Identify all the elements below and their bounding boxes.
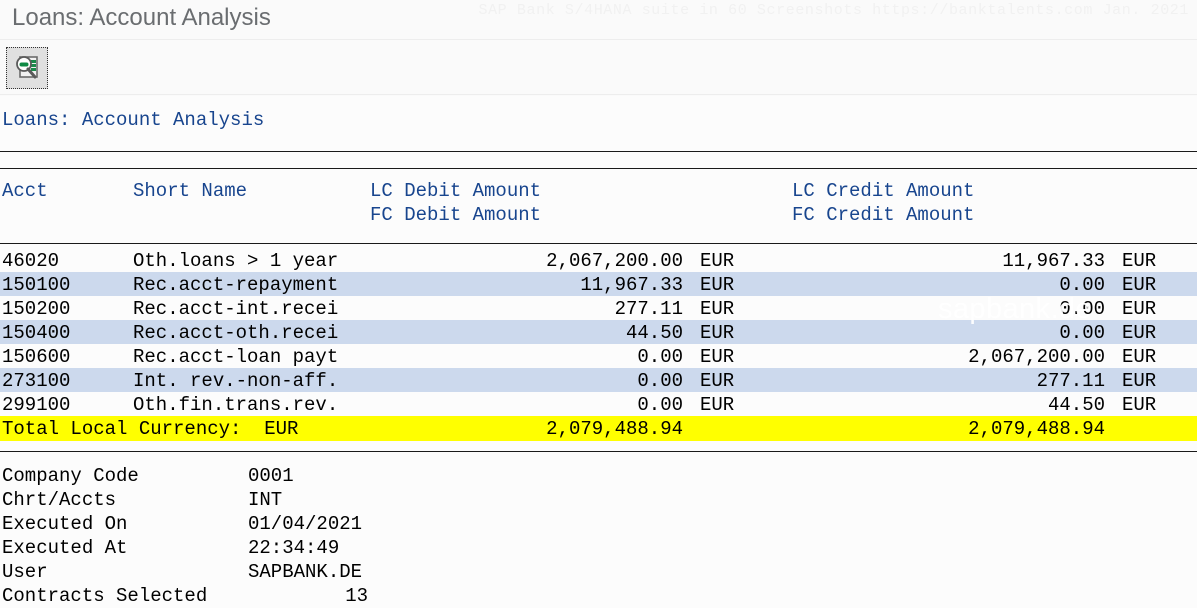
column-header-lc-debit: LC Debit Amount — [370, 180, 542, 202]
cell-lc-debit-amount: 44.50 — [625, 322, 683, 344]
column-header-fc-debit: FC Debit Amount — [370, 204, 542, 226]
cell-lc-debit-amount: 11,967.33 — [580, 274, 683, 296]
rule-header-bottom — [0, 243, 1197, 244]
cell-lc-credit-amount: 44.50 — [1047, 394, 1105, 416]
cell-short-name: Rec.acct-int.recei — [133, 298, 339, 320]
footer-info-row: Executed On 01/04/2021 — [0, 512, 1197, 536]
cell-debit-currency: EUR — [700, 274, 735, 296]
cell-short-name: Oth.loans > 1 year — [133, 250, 339, 272]
cell-lc-credit-amount: 0.00 — [1059, 322, 1105, 344]
footer-info-row: Chrt/Accts INT — [0, 488, 1197, 512]
rule-top — [0, 151, 1197, 152]
footer-info-row: Contracts Selected 13 — [0, 584, 1197, 608]
footer-value: SAPBANK.DE — [248, 561, 363, 583]
column-header-fc-credit: FC Credit Amount — [792, 204, 975, 226]
cell-short-name: Rec.acct-oth.recei — [133, 322, 339, 344]
cell-short-name: Rec.acct-repayment — [133, 274, 339, 296]
cell-short-name: Oth.fin.trans.rev. — [133, 394, 339, 416]
cell-credit-currency: EUR — [1122, 250, 1157, 272]
total-label: Total Local Currency: EUR — [2, 418, 299, 440]
table-row[interactable]: 150400 Rec.acct-oth.recei 44.50 EUR 0.00 EUR — [0, 320, 1197, 344]
report-table-body: 46020 Oth.loans > 1 year 2,067,200.00 EUR 11… — [0, 248, 1197, 441]
toolbar — [0, 41, 1197, 95]
rule-header-top — [0, 168, 1197, 169]
magnifier-list-icon — [12, 53, 42, 83]
cell-credit-currency: EUR — [1122, 298, 1157, 320]
cell-debit-currency: EUR — [700, 322, 735, 344]
total-debit-amount: 2,079,488.94 — [546, 418, 683, 440]
cell-short-name: Rec.acct-loan payt — [133, 346, 339, 368]
footer-value: INT — [248, 489, 283, 511]
cell-lc-credit-amount: 0.00 — [1059, 274, 1105, 296]
footer-label: Executed At — [2, 537, 128, 559]
cell-debit-currency: EUR — [700, 394, 735, 416]
cell-lc-debit-amount: 0.00 — [637, 346, 683, 368]
table-row[interactable]: 150100 Rec.acct-repayment 11,967.33 EUR 0.00… — [0, 272, 1197, 296]
cell-credit-currency: EUR — [1122, 394, 1157, 416]
table-row[interactable]: 150200 Rec.acct-int.recei 277.11 EUR 0.00 EUR — [0, 296, 1197, 320]
cell-acct: 299100 — [2, 394, 71, 416]
table-row[interactable]: 150600 Rec.acct-loan payt 0.00 EUR 2,067,200… — [0, 344, 1197, 368]
footer-info-row: Company Code 0001 — [0, 464, 1197, 488]
cell-debit-currency: EUR — [700, 250, 735, 272]
column-header-lc-credit: LC Credit Amount — [792, 180, 975, 202]
cell-acct: 46020 — [2, 250, 60, 272]
cell-acct: 150100 — [2, 274, 71, 296]
cell-debit-currency: EUR — [700, 370, 735, 392]
footer-value: 22:34:49 — [248, 537, 340, 559]
cell-lc-credit-amount: 11,967.33 — [1002, 250, 1105, 272]
footer-value: 13 — [345, 585, 368, 607]
column-header-acct: Acct — [2, 180, 48, 202]
cell-lc-credit-amount: 0.00 — [1059, 298, 1105, 320]
table-row[interactable]: 273100 Int. rev.-non-aff. 0.00 EUR 277.11 EUR — [0, 368, 1197, 392]
cell-credit-currency: EUR — [1122, 274, 1157, 296]
column-header-short-name: Short Name — [133, 180, 248, 202]
cell-acct: 150400 — [2, 322, 71, 344]
cell-lc-debit-amount: 0.00 — [637, 370, 683, 392]
page-title: Loans: Account Analysis — [12, 4, 271, 31]
cell-lc-credit-amount: 2,067,200.00 — [968, 346, 1105, 368]
footer-value: 01/04/2021 — [248, 513, 363, 535]
cell-lc-debit-amount: 0.00 — [637, 394, 683, 416]
footer-label: User — [2, 561, 48, 583]
report-title: Loans: Account Analysis — [2, 109, 265, 131]
report-footer-info: Company Code 0001 Chrt/Accts INT Executed On… — [0, 464, 1197, 608]
cell-acct: 150200 — [2, 298, 71, 320]
display-detail-button[interactable] — [6, 47, 48, 89]
cell-acct: 273100 — [2, 370, 71, 392]
title-bar: Loans: Account Analysis — [0, 0, 1197, 40]
cell-debit-currency: EUR — [700, 346, 735, 368]
cell-credit-currency: EUR — [1122, 322, 1157, 344]
rule-total-bottom — [0, 451, 1197, 452]
table-total-row: Total Local Currency: EUR 2,079,488.94 2,0… — [0, 416, 1197, 441]
cell-credit-currency: EUR — [1122, 370, 1157, 392]
cell-lc-debit-amount: 2,067,200.00 — [546, 250, 683, 272]
footer-label: Contracts Selected — [2, 585, 208, 607]
footer-label: Executed On — [2, 513, 128, 535]
total-credit-amount: 2,079,488.94 — [968, 418, 1105, 440]
cell-short-name: Int. rev.-non-aff. — [133, 370, 339, 392]
cell-lc-debit-amount: 277.11 — [614, 298, 683, 320]
table-row[interactable]: 299100 Oth.fin.trans.rev. 0.00 EUR 44.50 EUR — [0, 392, 1197, 416]
cell-credit-currency: EUR — [1122, 346, 1157, 368]
footer-info-row: Executed At 22:34:49 — [0, 536, 1197, 560]
footer-info-row: User SAPBANK.DE — [0, 560, 1197, 584]
cell-debit-currency: EUR — [700, 298, 735, 320]
table-row[interactable]: 46020 Oth.loans > 1 year 2,067,200.00 EUR 11… — [0, 248, 1197, 272]
footer-label: Chrt/Accts — [2, 489, 117, 511]
footer-label: Company Code — [2, 465, 139, 487]
application-window: SAP Bank S/4HANA suite in 60 Screenshots… — [0, 0, 1197, 608]
cell-acct: 150600 — [2, 346, 71, 368]
footer-value: 0001 — [248, 465, 294, 487]
cell-lc-credit-amount: 277.11 — [1036, 370, 1105, 392]
report-output: Loans: Account Analysis Acct Short Name … — [0, 96, 1197, 608]
